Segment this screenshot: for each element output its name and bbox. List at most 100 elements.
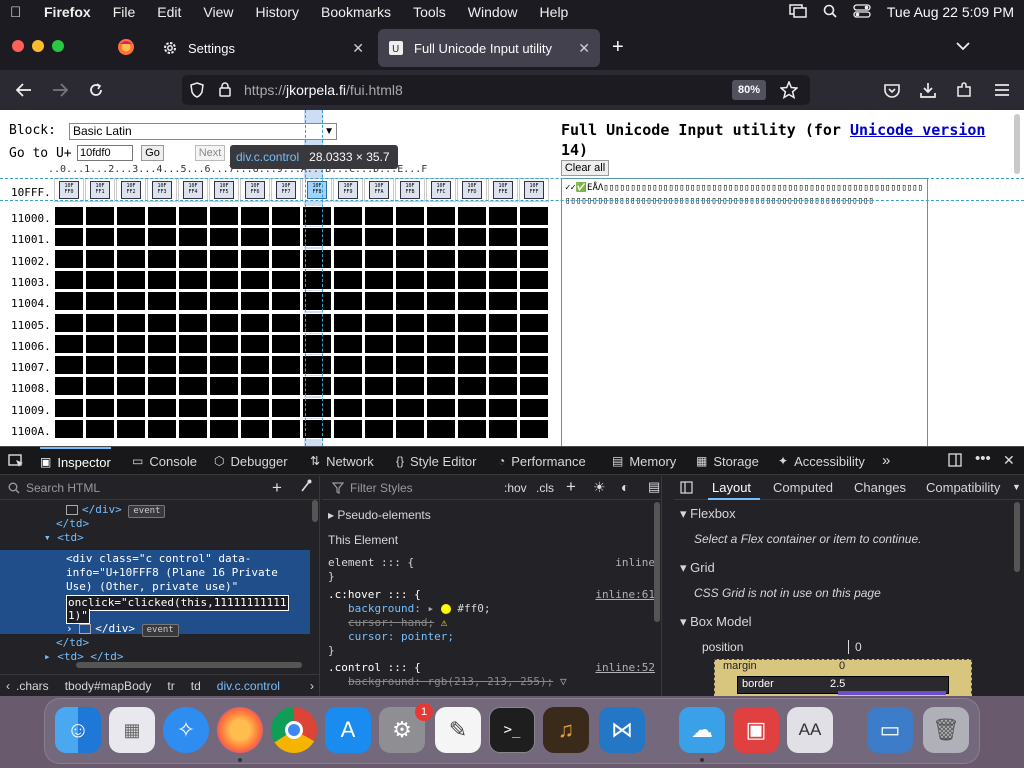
char-cell[interactable] [488, 227, 518, 248]
cls-toggle[interactable]: .cls [536, 481, 554, 495]
char-cell[interactable] [240, 269, 270, 290]
tab-accessibility[interactable]: ✦ Accessibility [778, 447, 865, 475]
char-cell[interactable] [116, 291, 146, 312]
glyph-cell[interactable]: 10F FFB [395, 178, 425, 202]
char-cell[interactable] [457, 312, 487, 333]
tab-full-unicode-input[interactable]: U Full Unicode Input utility ✕ [378, 29, 600, 67]
window-minimize-button[interactable] [32, 40, 44, 52]
glyph-cell[interactable]: 10F FFE [488, 178, 518, 202]
char-cell[interactable] [302, 355, 332, 376]
new-tab-plus-icon[interactable]: + [612, 36, 624, 59]
safari-icon[interactable]: ✧ [163, 707, 209, 753]
char-cell[interactable] [333, 312, 363, 333]
char-cell[interactable] [395, 248, 425, 269]
tab-layout[interactable]: Layout [712, 480, 751, 495]
box-position-value[interactable]: 0 [848, 640, 862, 654]
menu-help[interactable]: Help [540, 4, 569, 20]
char-cell[interactable] [271, 312, 301, 333]
char-cell[interactable] [364, 269, 394, 290]
chrome-icon[interactable] [271, 707, 317, 753]
char-cell[interactable] [364, 291, 394, 312]
window-close-button[interactable] [12, 40, 24, 52]
char-cell[interactable] [271, 397, 301, 418]
markup-vertical-scrollbar[interactable] [312, 500, 318, 522]
char-cell[interactable] [364, 355, 394, 376]
char-cell[interactable] [85, 227, 115, 248]
firefox-view-icon[interactable] [117, 38, 135, 59]
selected-node[interactable]: <div class="c control" data- info="U+10F… [0, 550, 310, 637]
add-node-plus-icon[interactable]: + [272, 478, 282, 498]
char-cell[interactable] [209, 355, 239, 376]
char-cell[interactable] [488, 291, 518, 312]
glyph-cell[interactable]: 10F FFC [426, 178, 456, 202]
collapse-triangle-icon[interactable]: › [66, 622, 79, 635]
char-cell[interactable] [147, 397, 177, 418]
char-cell[interactable] [457, 248, 487, 269]
control-rule-selector[interactable]: .control ::: { [328, 661, 421, 675]
char-cell[interactable] [54, 269, 84, 290]
char-cell[interactable] [85, 333, 115, 354]
char-cell[interactable] [333, 291, 363, 312]
char-cell[interactable] [240, 291, 270, 312]
char-cell[interactable] [178, 291, 208, 312]
char-cell[interactable] [519, 333, 549, 354]
font-book-icon[interactable]: AA [787, 707, 833, 753]
toggle-sidebar-icon[interactable] [680, 481, 693, 497]
char-cell[interactable] [271, 333, 301, 354]
char-cell[interactable] [302, 291, 332, 312]
control-rule-source-link[interactable]: inline:52 [595, 661, 655, 674]
apple-icon[interactable]:  [10, 4, 30, 21]
tab-settings-close-icon[interactable]: ✕ [352, 40, 364, 57]
tab-settings[interactable]: Settings ✕ [152, 29, 374, 67]
clear-all-button[interactable]: Clear all [561, 160, 609, 176]
char-cell[interactable] [426, 397, 456, 418]
char-cell[interactable] [488, 419, 518, 439]
tab-debugger[interactable]: ⬡ Debugger [214, 447, 288, 475]
tab-inspector[interactable]: ▣ Inspector [40, 447, 111, 475]
char-cell[interactable] [147, 227, 177, 248]
char-cell[interactable] [333, 227, 363, 248]
char-cell[interactable] [519, 206, 549, 226]
char-cell[interactable] [364, 248, 394, 269]
char-cell[interactable] [147, 419, 177, 439]
char-cell[interactable] [54, 227, 84, 248]
char-cell[interactable] [85, 248, 115, 269]
char-cell[interactable] [116, 397, 146, 418]
char-cell[interactable] [395, 355, 425, 376]
char-cell[interactable] [426, 248, 456, 269]
char-cell[interactable] [364, 333, 394, 354]
char-cell[interactable] [519, 248, 549, 269]
menu-edit[interactable]: Edit [157, 4, 181, 20]
glyph-cell[interactable]: 10F FF1 [85, 178, 115, 202]
glyph-cell[interactable]: 10F FF9 [333, 178, 363, 202]
goto-codepoint-input[interactable] [77, 145, 133, 161]
char-cell[interactable] [519, 312, 549, 333]
block-select[interactable]: Basic Latin ▼ [69, 123, 337, 140]
menu-bookmarks[interactable]: Bookmarks [321, 4, 391, 20]
page-scrollbar[interactable] [1014, 114, 1020, 174]
flexbox-section-toggle[interactable]: ▾ Flexbox [680, 506, 736, 522]
eyedropper-icon[interactable] [300, 479, 312, 496]
char-cell[interactable] [116, 333, 146, 354]
char-cell[interactable] [209, 269, 239, 290]
menu-tools[interactable]: Tools [413, 4, 446, 20]
char-cell[interactable] [54, 419, 84, 439]
char-cell[interactable] [178, 248, 208, 269]
char-cell[interactable] [302, 312, 332, 333]
char-cell[interactable] [271, 419, 301, 439]
grid-section-toggle[interactable]: ▾ Grid [680, 560, 715, 576]
char-cell[interactable] [302, 269, 332, 290]
trash-icon[interactable]: 🗑 [923, 707, 969, 753]
box-model-section-toggle[interactable]: ▾ Box Model [680, 614, 752, 630]
char-cell[interactable] [209, 227, 239, 248]
char-cell[interactable] [395, 291, 425, 312]
char-cell[interactable] [85, 419, 115, 439]
pseudo-elements-toggle[interactable]: ▸ Pseudo-elements [328, 508, 431, 522]
tab-changes[interactable]: Changes [854, 480, 906, 495]
char-cell[interactable] [54, 333, 84, 354]
char-cell[interactable] [364, 397, 394, 418]
char-cell[interactable] [333, 206, 363, 226]
url-bar[interactable]: https://jkorpela.fi/fui.html8 80% [182, 75, 810, 105]
output-textarea[interactable]: ✓✓✅ΕÅΛ▯▯▯▯▯▯▯▯▯▯▯▯▯▯▯▯▯▯▯▯▯▯▯▯▯▯▯▯▯▯▯▯▯▯… [561, 178, 928, 446]
char-cell[interactable] [178, 312, 208, 333]
